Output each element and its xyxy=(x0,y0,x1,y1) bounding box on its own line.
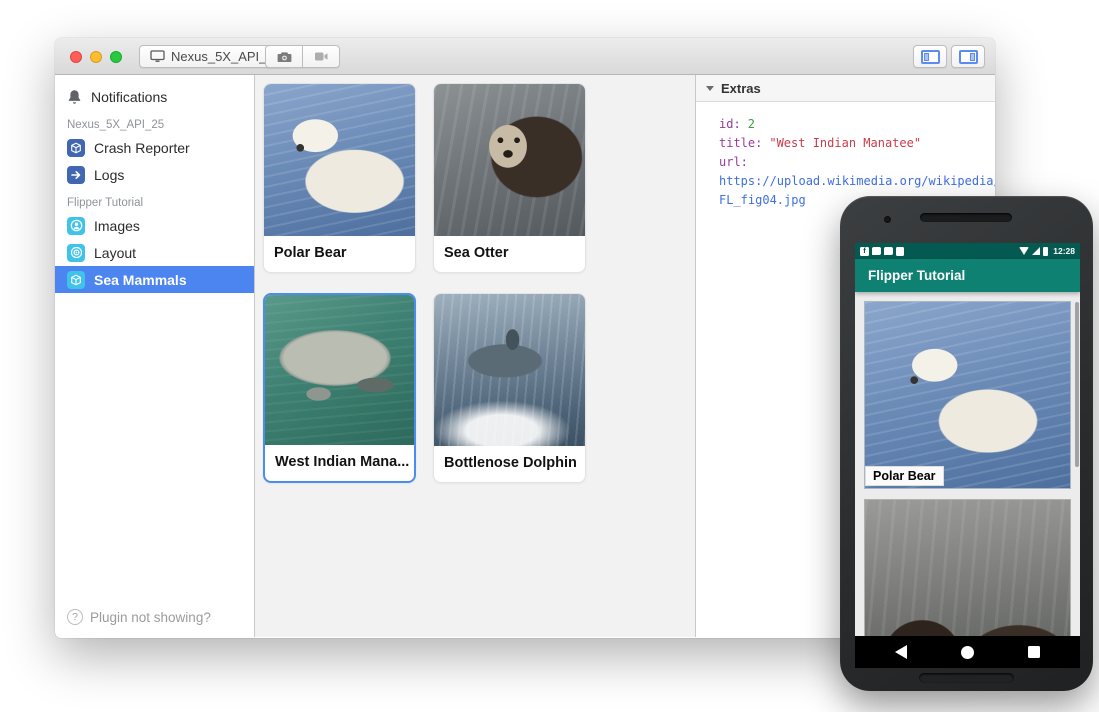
sidebar-item-sea-mammals[interactable]: Sea Mammals xyxy=(55,266,254,293)
minimize-button[interactable] xyxy=(90,51,102,63)
cell-signal-icon xyxy=(1032,247,1040,255)
phone-list: Polar Bear xyxy=(855,292,1080,636)
recents-button[interactable] xyxy=(1028,646,1040,658)
right-panel-icon xyxy=(959,50,978,64)
sidebar-item-crash-reporter[interactable]: Crash Reporter xyxy=(55,134,254,161)
user-circle-icon xyxy=(67,217,85,235)
phone-status-bar: f 12:28 xyxy=(855,243,1080,259)
monitor-icon xyxy=(150,50,165,63)
card-sea-otter[interactable]: Sea Otter xyxy=(433,83,586,273)
camera-icon xyxy=(277,51,292,63)
titlebar[interactable]: Nexus_5X_API_25 xyxy=(55,38,995,75)
code-line: https://upload.wikimedia.org/wikipedia/c… xyxy=(719,172,995,191)
extras-header[interactable]: Extras xyxy=(696,75,995,102)
stage: Nexus_5X_API_25 xyxy=(0,0,1099,712)
arrow-right-icon xyxy=(67,166,85,184)
sidebar-section-header: Flipper Tutorial xyxy=(67,197,254,209)
manatee-image xyxy=(265,295,414,445)
sidebar-item-label: Sea Mammals xyxy=(94,272,187,288)
bell-icon xyxy=(67,89,82,105)
main-content: Polar Bear Sea Otter West Indian Mana...… xyxy=(255,75,695,637)
toggle-right-panel-button[interactable] xyxy=(951,45,985,68)
sidebar-item-label: Notifications xyxy=(91,89,167,105)
card-bottlenose-dolphin[interactable]: Bottlenose Dolphin xyxy=(433,293,586,483)
card-grid: Polar Bear Sea Otter West Indian Mana...… xyxy=(263,83,695,483)
sea-otter-image xyxy=(865,500,1070,636)
card-title: Sea Otter xyxy=(434,236,585,272)
card-title: West Indian Mana... xyxy=(265,445,414,481)
dolphin-image xyxy=(434,294,585,446)
card-west-indian-manatee[interactable]: West Indian Mana... xyxy=(263,293,416,483)
sidebar: Notifications Nexus_5X_API_25 Crash Repo… xyxy=(55,75,255,637)
sea-otter-image xyxy=(434,84,585,236)
card-title: Bottlenose Dolphin xyxy=(434,446,585,482)
card-title: Polar Bear xyxy=(264,236,415,272)
extras-code-block: id:2 title:"West Indian Manatee" url: ht… xyxy=(696,102,995,210)
phone-list-item-polar-bear[interactable]: Polar Bear xyxy=(864,301,1071,489)
phone-action-bar: Flipper Tutorial xyxy=(855,259,1080,292)
sidebar-item-label: Logs xyxy=(94,167,124,183)
traffic-lights xyxy=(70,51,122,63)
lock-notification-icon xyxy=(896,247,904,256)
polar-bear-image xyxy=(264,84,415,236)
sidebar-item-images[interactable]: Images xyxy=(55,212,254,239)
home-button[interactable] xyxy=(961,646,974,659)
sidebar-item-label: Layout xyxy=(94,245,136,261)
facebook-notification-icon: f xyxy=(860,247,869,256)
chat-notification-icon xyxy=(884,247,893,255)
zoom-button[interactable] xyxy=(110,51,122,63)
question-circle-icon: ? xyxy=(67,609,83,625)
cube-icon xyxy=(67,271,85,289)
screen-record-button[interactable] xyxy=(302,45,340,68)
phone-screen: f 12:28 Flipper Tutorial Polar Bear xyxy=(855,243,1080,668)
phone-scrollbar[interactable] xyxy=(1075,302,1079,467)
sidebar-item-layout[interactable]: Layout xyxy=(55,239,254,266)
card-polar-bear[interactable]: Polar Bear xyxy=(263,83,416,273)
video-camera-icon xyxy=(314,51,329,62)
capture-button-group xyxy=(265,45,340,68)
cube-icon xyxy=(67,139,85,157)
chevron-down-icon xyxy=(706,86,714,91)
phone-navigation-bar xyxy=(855,636,1080,668)
screenshot-button[interactable] xyxy=(265,45,303,68)
polar-bear-image xyxy=(865,302,1070,488)
code-line: id:2 xyxy=(719,115,995,134)
battery-icon xyxy=(1043,247,1048,256)
front-camera xyxy=(884,216,891,223)
phone-card-title: Polar Bear xyxy=(865,466,944,486)
close-button[interactable] xyxy=(70,51,82,63)
earpiece-speaker xyxy=(920,213,1012,222)
wifi-icon xyxy=(1019,247,1029,255)
target-icon xyxy=(67,244,85,262)
left-panel-icon xyxy=(921,50,940,64)
bottom-speaker xyxy=(919,673,1014,683)
action-bar-title: Flipper Tutorial xyxy=(868,268,965,283)
phone-list-item-sea-otter[interactable] xyxy=(864,499,1071,636)
extras-title: Extras xyxy=(721,81,761,96)
toggle-left-panel-button[interactable] xyxy=(913,45,947,68)
chat-notification-icon xyxy=(872,247,881,255)
code-line: title:"West Indian Manatee" xyxy=(719,134,995,153)
sidebar-item-notifications[interactable]: Notifications xyxy=(55,83,254,110)
sidebar-item-label: Images xyxy=(94,218,140,234)
android-phone: f 12:28 Flipper Tutorial Polar Bear xyxy=(840,196,1093,691)
back-button[interactable] xyxy=(895,645,907,659)
code-line: url: xyxy=(719,153,995,172)
plugin-help-link[interactable]: ? Plugin not showing? xyxy=(67,609,211,625)
sidebar-section-header: Nexus_5X_API_25 xyxy=(67,119,254,131)
panel-toggle-group xyxy=(913,45,985,68)
plugin-help-label: Plugin not showing? xyxy=(90,610,211,625)
sidebar-item-logs[interactable]: Logs xyxy=(55,161,254,188)
status-time: 12:28 xyxy=(1053,246,1075,256)
sidebar-item-label: Crash Reporter xyxy=(94,140,190,156)
